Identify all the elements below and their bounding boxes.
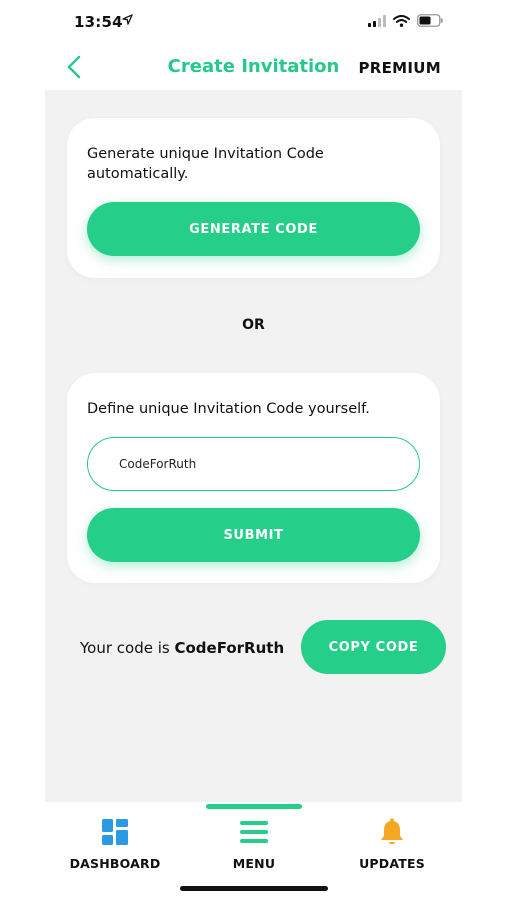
status-icons (368, 14, 443, 27)
nav-active-indicator (206, 804, 302, 809)
your-code-text: Your code is CodeForRuth (80, 639, 284, 657)
page-title-text: Create Invitation (167, 56, 340, 77)
location-arrow-icon (122, 14, 133, 25)
home-indicator[interactable] (180, 886, 328, 891)
status-bar: 13:54 (0, 0, 507, 44)
generate-code-button[interactable]: GENERATE CODE (87, 202, 420, 256)
nav-item-updates[interactable]: UPDATES (332, 818, 452, 871)
or-separator: OR (242, 317, 265, 333)
nav-label-menu: MENU (232, 856, 276, 871)
status-time: 13:54 (74, 13, 123, 31)
nav-label-dashboard: DASHBOARD (69, 856, 161, 871)
define-code-card: Define unique Invitation Code yourself. … (67, 373, 440, 583)
copy-code-button[interactable]: COPY CODE (301, 620, 446, 674)
main-content: Generate unique Invitation Code automati… (45, 90, 462, 802)
wifi-icon (393, 14, 410, 27)
invitation-code-input[interactable] (87, 437, 420, 491)
generate-code-card: Generate unique Invitation Code automati… (67, 118, 440, 278)
menu-icon (240, 821, 268, 843)
app-header: Create Invitation PREMIUM (0, 44, 507, 90)
bell-icon (381, 818, 403, 845)
your-code-value: CodeForRuth (174, 639, 285, 657)
submit-button[interactable]: SUBMIT (87, 508, 420, 562)
define-code-description: Define unique Invitation Code yourself. (87, 401, 370, 417)
battery-icon (417, 14, 443, 27)
nav-item-dashboard[interactable]: DASHBOARD (55, 818, 175, 871)
dashboard-icon (102, 819, 128, 845)
premium-link[interactable]: PREMIUM (358, 59, 441, 77)
nav-item-menu[interactable]: MENU (194, 818, 314, 871)
nav-label-updates: UPDATES (359, 856, 425, 871)
generate-code-description: Generate unique Invitation Code automati… (87, 146, 324, 182)
signal-icon (368, 14, 386, 27)
your-code-prefix: Your code is (80, 639, 175, 657)
